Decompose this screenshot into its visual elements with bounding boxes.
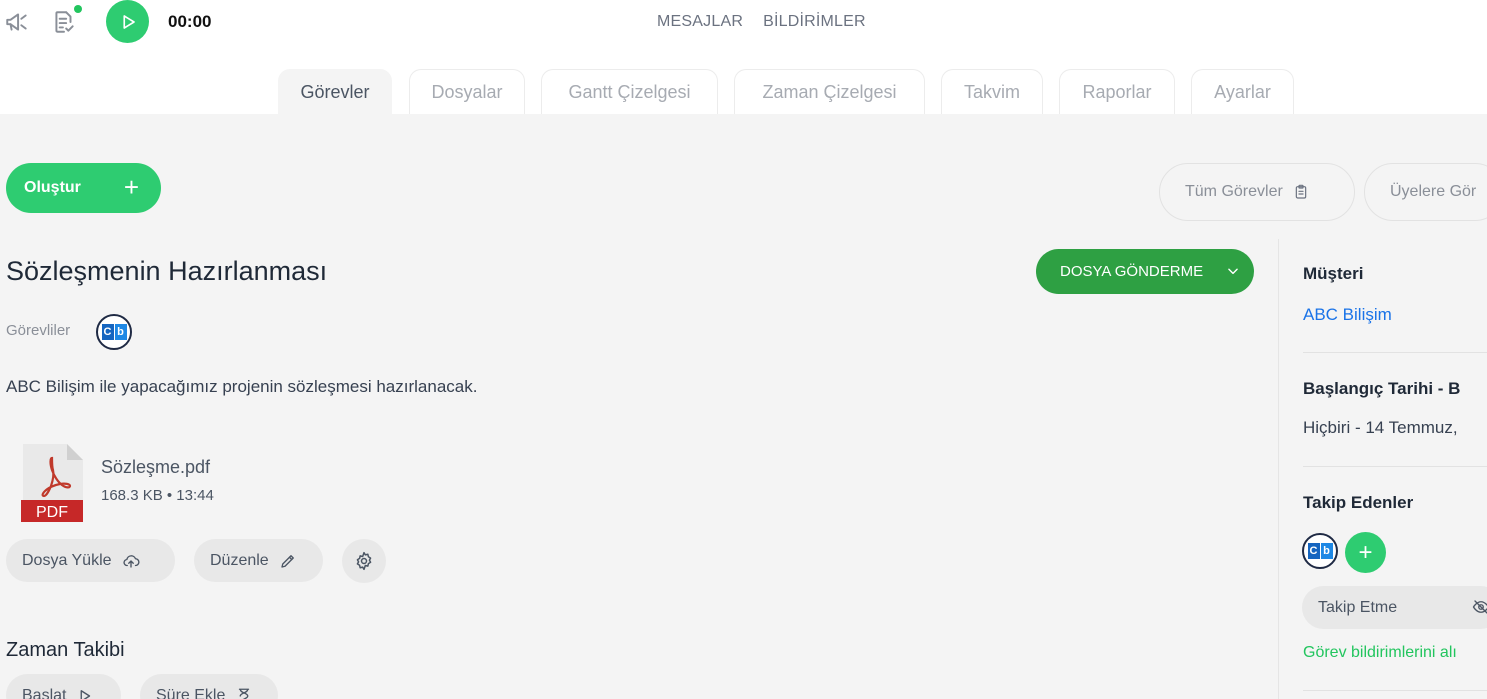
play-icon: [81, 689, 91, 699]
assignee-avatar[interactable]: Cb: [96, 314, 132, 350]
dates-value[interactable]: Hiçbiri - 14 Temmuz,: [1303, 418, 1458, 438]
unfollow-label: Takip Etme: [1318, 598, 1398, 616]
time-tracking-title: Zaman Takibi: [6, 639, 125, 661]
attachment-name[interactable]: Sözleşme.pdf: [101, 457, 210, 478]
gear-icon: [356, 551, 372, 571]
task-title: Sözleşmenin Hazırlanması: [6, 256, 328, 286]
top-nav: MESAJLAR BİLDİRİMLER: [657, 13, 866, 31]
add-time-button[interactable]: Süre Ekle: [140, 674, 278, 699]
timer-play-button[interactable]: [106, 0, 149, 43]
megaphone-icon[interactable]: [4, 9, 30, 35]
tab-gantt[interactable]: Gantt Çizelgesi: [541, 69, 718, 114]
hourglass-icon: [239, 688, 250, 699]
task-list-icon[interactable]: [51, 9, 77, 35]
pdf-file-icon[interactable]: PDF: [21, 444, 83, 522]
tab-tasks[interactable]: Görevler: [278, 69, 392, 114]
by-members-filter-button[interactable]: Üyelere Gör: [1364, 163, 1487, 221]
tab-reports[interactable]: Raporlar: [1059, 69, 1175, 114]
pdf-type-label: PDF: [36, 504, 68, 521]
pencil-icon: [281, 554, 294, 568]
status-label: DOSYA GÖNDERME: [1060, 263, 1204, 280]
chevron-down-icon: [1228, 268, 1238, 275]
eye-off-icon: [1472, 600, 1487, 614]
all-tasks-filter-button[interactable]: Tüm Görevler: [1159, 163, 1355, 221]
tab-files[interactable]: Dosyalar: [409, 69, 525, 114]
task-settings-button[interactable]: [342, 539, 386, 583]
status-dropdown-button[interactable]: DOSYA GÖNDERME: [1036, 249, 1254, 294]
start-timer-button[interactable]: Başlat: [6, 674, 121, 699]
sidebar-separator: [1303, 466, 1487, 467]
panel-divider: [1278, 239, 1279, 699]
start-label: Başlat: [22, 686, 67, 699]
online-status-dot: [74, 5, 82, 13]
dates-heading: Başlangıç Tarihi - B: [1303, 379, 1461, 398]
create-label: Oluştur: [24, 179, 81, 196]
tab-timesheet[interactable]: Zaman Çizelgesi: [734, 69, 925, 114]
assignees-label: Görevliler: [6, 322, 71, 339]
unfollow-button[interactable]: Takip Etme: [1302, 586, 1487, 629]
add-time-label: Süre Ekle: [156, 686, 226, 699]
add-follower-button[interactable]: +: [1345, 532, 1386, 573]
upload-file-button[interactable]: Dosya Yükle: [6, 539, 175, 582]
messages-link[interactable]: MESAJLAR: [657, 13, 743, 31]
clipboard-icon: [1295, 184, 1307, 199]
followers-heading: Takip Edenler: [1303, 493, 1414, 512]
plus-icon: +: [123, 172, 139, 202]
task-description: ABC Bilişim ile yapacağımız projenin söz…: [6, 377, 478, 396]
sidebar-separator: [1303, 352, 1487, 353]
project-tabs: Görevler Dosyalar Gantt Çizelgesi Zaman …: [0, 44, 1487, 114]
notifications-link[interactable]: BİLDİRİMLER: [763, 13, 866, 31]
tab-settings[interactable]: Ayarlar: [1191, 69, 1294, 114]
notification-toggle-link[interactable]: Görev bildirimlerini alı: [1303, 644, 1457, 662]
upload-label: Dosya Yükle: [22, 551, 112, 569]
cloud-upload-icon: [122, 554, 139, 568]
tab-calendar[interactable]: Takvim: [941, 69, 1043, 114]
plus-icon: +: [1358, 538, 1373, 566]
follower-avatar[interactable]: Cb: [1302, 533, 1338, 569]
by-members-label: Üyelere Gör: [1390, 183, 1477, 200]
all-tasks-label: Tüm Görevler: [1185, 183, 1283, 200]
attachment-meta: 168.3 KB • 13:44: [101, 487, 214, 504]
sidebar-separator: [1303, 690, 1487, 691]
customer-heading: Müşteri: [1303, 264, 1364, 283]
customer-link[interactable]: ABC Bilişim: [1303, 305, 1392, 325]
edit-button[interactable]: Düzenle: [194, 539, 323, 582]
create-button[interactable]: Oluştur +: [6, 163, 161, 213]
top-bar: 00:00 MESAJLAR BİLDİRİMLER: [0, 0, 1487, 44]
edit-label: Düzenle: [210, 551, 269, 569]
timer-display: 00:00: [168, 12, 212, 31]
